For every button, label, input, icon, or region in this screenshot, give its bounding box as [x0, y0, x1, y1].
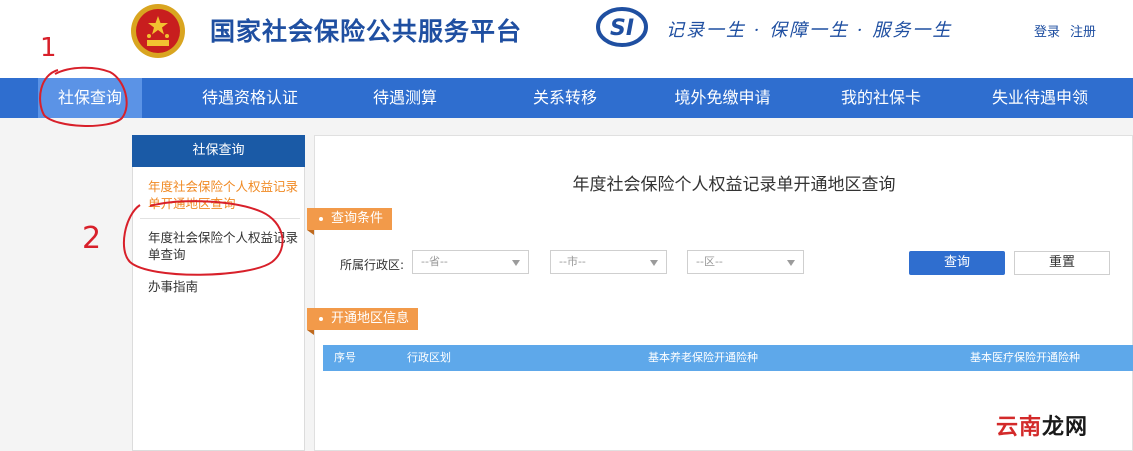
- site-title: 国家社会保险公共服务平台: [210, 17, 523, 46]
- tag-fold: [307, 230, 314, 235]
- nav-item-social-security-query[interactable]: 社保查询: [38, 78, 142, 118]
- column-header-index: 序号: [334, 351, 356, 364]
- city-select[interactable]: --市--: [550, 250, 667, 274]
- social-insurance-logo-icon: SI: [596, 6, 648, 48]
- column-header-region: 行政区划: [407, 351, 451, 364]
- open-region-info-tag: 开通地区信息: [307, 308, 419, 330]
- reset-button[interactable]: 重置: [1014, 251, 1110, 275]
- district-select-value: --区--: [696, 255, 723, 268]
- region-filter-label: 所属行政区:: [340, 258, 405, 272]
- province-select-value: --省--: [421, 255, 448, 268]
- watermark-part-1: 云南: [996, 415, 1043, 440]
- register-link[interactable]: 注册: [1070, 21, 1096, 40]
- logo-text: SI: [610, 16, 634, 41]
- chevron-down-icon: [650, 260, 658, 266]
- query-conditions-label: 查询条件: [331, 211, 384, 226]
- city-select-value: --市--: [559, 255, 586, 268]
- sidebar-item-open-region-query[interactable]: 年度社会保险个人权益记录单开通地区查询: [148, 178, 298, 212]
- sidebar-item-record-query[interactable]: 年度社会保险个人权益记录单查询: [148, 229, 298, 263]
- table-header: 序号 行政区划 基本养老保险开通险种 基本医疗保险开通险种: [323, 345, 1133, 371]
- tag-fold: [307, 330, 314, 335]
- watermark-part-2: 龙网: [1042, 415, 1089, 440]
- nav-item-relationship-transfer[interactable]: 关系转移: [515, 78, 615, 118]
- main-nav: 社保查询 待遇资格认证 待遇测算 关系转移 境外免缴申请 我的社保卡 失业待遇申…: [0, 78, 1133, 118]
- sidebar-divider: [140, 218, 300, 219]
- column-header-pension-types: 基本养老保险开通险种: [648, 351, 758, 364]
- slogan: 记录一生 · 保障一生 · 服务一生: [666, 20, 953, 41]
- login-link[interactable]: 登录: [1034, 21, 1060, 40]
- nav-item-my-social-security-card[interactable]: 我的社保卡: [826, 78, 936, 118]
- sidebar-title: 社保查询: [132, 135, 305, 167]
- query-button[interactable]: 查询: [909, 251, 1005, 275]
- page-title: 年度社会保险个人权益记录单开通地区查询: [572, 175, 896, 195]
- bullet-icon: [319, 216, 323, 221]
- district-select[interactable]: --区--: [687, 250, 804, 274]
- nav-item-benefit-calculation[interactable]: 待遇测算: [355, 78, 455, 118]
- nav-item-unemployment-benefit[interactable]: 失业待遇申领: [976, 78, 1104, 118]
- nav-item-eligibility-certification[interactable]: 待遇资格认证: [190, 78, 310, 118]
- bullet-icon: [319, 316, 323, 321]
- sidebar-item-guide[interactable]: 办事指南: [148, 278, 298, 295]
- annotation-mark-2: 2: [82, 221, 101, 256]
- chevron-down-icon: [787, 260, 795, 266]
- column-header-medical-types: 基本医疗保险开通险种: [970, 351, 1080, 364]
- province-select[interactable]: --省--: [412, 250, 529, 274]
- chevron-down-icon: [512, 260, 520, 266]
- national-emblem-icon: [129, 2, 187, 60]
- nav-item-overseas-exemption[interactable]: 境外免缴申请: [660, 78, 785, 118]
- query-conditions-tag: 查询条件: [307, 208, 393, 230]
- watermark: 云南龙网: [996, 409, 1088, 441]
- open-region-info-label: 开通地区信息: [331, 311, 410, 326]
